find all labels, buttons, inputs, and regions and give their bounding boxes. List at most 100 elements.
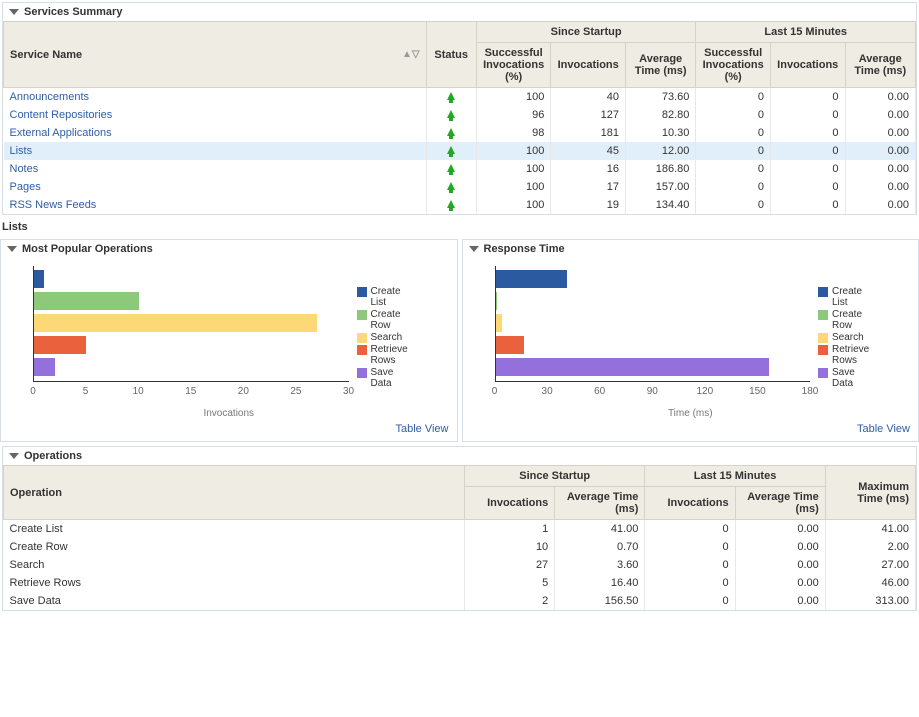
chart-bar: [34, 336, 86, 354]
operations-header: Operations: [3, 447, 916, 465]
axis-tick: 180: [802, 386, 819, 397]
axis-tick: 0: [492, 386, 498, 397]
axis-tick: 120: [696, 386, 713, 397]
col-status[interactable]: Status: [426, 22, 476, 88]
table-row[interactable]: Content Repositories9612782.80000.00: [4, 106, 916, 124]
services-summary-title: Services Summary: [24, 6, 122, 18]
legend-label: CreateRow: [371, 309, 401, 331]
popular-ops-chart: 051015202530: [9, 266, 353, 406]
op-name: Save Data: [4, 592, 465, 610]
axis-tick: 90: [647, 386, 658, 397]
status-up-icon: [447, 182, 455, 190]
col-avg-time-2[interactable]: Average Time (ms): [845, 43, 915, 88]
table-row[interactable]: Notes10016186.80000.00: [4, 160, 916, 178]
response-time-body: 0306090120150180 CreateListCreateRowSear…: [463, 258, 919, 408]
legend: CreateListCreateRowSearchRetrieveRowsSav…: [814, 266, 914, 406]
col-max-time[interactable]: Maximum Time (ms): [825, 466, 915, 520]
chart-bar: [34, 314, 317, 332]
disclosure-icon[interactable]: [9, 453, 19, 459]
col-since-startup: Since Startup: [465, 466, 645, 487]
axis-tick: 5: [83, 386, 89, 397]
chart-bar: [34, 358, 55, 376]
service-link[interactable]: Content Repositories: [10, 109, 113, 121]
service-link[interactable]: External Applications: [10, 127, 112, 139]
col-invocations-1[interactable]: Invocations: [551, 43, 626, 88]
table-row[interactable]: Search273.6000.0027.00: [4, 556, 916, 574]
table-row[interactable]: RSS News Feeds10019134.40000.00: [4, 196, 916, 214]
table-row[interactable]: Pages10017157.00000.00: [4, 178, 916, 196]
legend-label: CreateList: [371, 286, 401, 308]
legend-label: CreateRow: [832, 309, 862, 331]
table-row[interactable]: External Applications9818110.30000.00: [4, 124, 916, 142]
axis-tick: 10: [133, 386, 144, 397]
col-operation[interactable]: Operation: [4, 466, 465, 520]
operations-table: Operation Since Startup Last 15 Minutes …: [3, 465, 916, 610]
chart-bar: [34, 270, 44, 288]
legend-item: CreateList: [357, 286, 449, 308]
axis-title: Invocations: [1, 408, 457, 419]
table-row[interactable]: Announcements1004073.60000.00: [4, 88, 916, 107]
legend-swatch-icon: [818, 345, 828, 355]
op-name: Retrieve Rows: [4, 574, 465, 592]
legend-item: SaveData: [357, 367, 449, 389]
op-name: Search: [4, 556, 465, 574]
table-view-link[interactable]: Table View: [857, 423, 910, 435]
legend-label: Search: [832, 332, 864, 343]
operations-title: Operations: [24, 450, 82, 462]
operations-section: Operations Operation Since Startup Last …: [2, 446, 917, 611]
response-time-title: Response Time: [484, 243, 565, 255]
col-succ-inv-1[interactable]: Successful Invocations (%): [476, 43, 551, 88]
chart-bar: [496, 270, 568, 288]
legend-item: Search: [818, 332, 910, 343]
legend-swatch-icon: [818, 333, 828, 343]
services-summary-header: Services Summary: [3, 3, 916, 21]
service-link[interactable]: Lists: [10, 145, 33, 157]
axis-tick: 25: [290, 386, 301, 397]
legend-label: SaveData: [371, 367, 394, 389]
axis-tick: 60: [594, 386, 605, 397]
sort-arrows-icon[interactable]: ▲▽: [402, 49, 420, 60]
response-time-chart: 0306090120150180: [471, 266, 815, 406]
col-succ-inv-2[interactable]: Successful Invocations (%): [696, 43, 771, 88]
col-op-inv-2[interactable]: Invocations: [645, 487, 735, 520]
service-link[interactable]: RSS News Feeds: [10, 199, 97, 211]
services-summary-section: Services Summary Service Name ▲▽ Status …: [2, 2, 917, 215]
legend-label: Search: [371, 332, 403, 343]
table-row[interactable]: Save Data2156.5000.00313.00: [4, 592, 916, 610]
service-link[interactable]: Notes: [10, 163, 39, 175]
legend-item: CreateRow: [818, 309, 910, 331]
table-row[interactable]: Create Row100.7000.002.00: [4, 538, 916, 556]
service-link[interactable]: Pages: [10, 181, 41, 193]
legend-swatch-icon: [818, 310, 828, 320]
disclosure-icon[interactable]: [7, 246, 17, 252]
service-link[interactable]: Announcements: [10, 91, 90, 103]
col-since-startup: Since Startup: [476, 22, 696, 43]
disclosure-icon[interactable]: [9, 9, 19, 15]
col-op-inv-1[interactable]: Invocations: [465, 487, 555, 520]
legend-label: RetrieveRows: [371, 344, 408, 366]
col-op-avg-2[interactable]: Average Time (ms): [735, 487, 825, 520]
popular-ops-body: 051015202530 CreateListCreateRowSearchRe…: [1, 258, 457, 408]
col-service-name[interactable]: Service Name ▲▽: [4, 22, 427, 88]
axis-tick: 150: [749, 386, 766, 397]
table-row[interactable]: Retrieve Rows516.4000.0046.00: [4, 574, 916, 592]
disclosure-icon[interactable]: [469, 246, 479, 252]
legend-label: RetrieveRows: [832, 344, 869, 366]
legend-swatch-icon: [818, 368, 828, 378]
table-row[interactable]: Create List141.0000.0041.00: [4, 520, 916, 539]
lists-subtitle: Lists: [0, 217, 919, 237]
table-view-link[interactable]: Table View: [396, 423, 449, 435]
legend-swatch-icon: [357, 287, 367, 297]
legend-item: CreateList: [818, 286, 910, 308]
services-table: Service Name ▲▽ Status Since Startup Las…: [3, 21, 916, 214]
col-invocations-2[interactable]: Invocations: [770, 43, 845, 88]
charts-row: Most Popular Operations 051015202530 Cre…: [0, 237, 919, 444]
status-up-icon: [447, 128, 455, 136]
table-row[interactable]: Lists1004512.00000.00: [4, 142, 916, 160]
status-up-icon: [447, 164, 455, 172]
col-op-avg-1[interactable]: Average Time (ms): [555, 487, 645, 520]
status-up-icon: [447, 110, 455, 118]
popular-ops-header: Most Popular Operations: [1, 240, 457, 258]
col-avg-time-1[interactable]: Average Time (ms): [625, 43, 695, 88]
legend-swatch-icon: [357, 345, 367, 355]
